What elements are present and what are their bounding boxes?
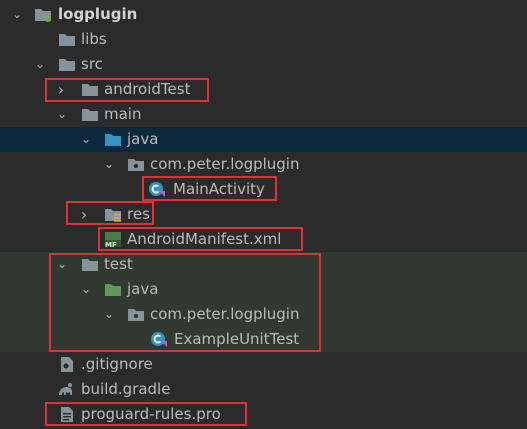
gitignore-file-icon [58,356,76,373]
tree-label-gitignore: .gitignore [81,355,153,373]
chevron-down-icon[interactable]: ⌄ [102,302,116,327]
module-folder-icon [34,6,52,23]
tree-label-manifest: AndroidManifest.xml [127,230,282,248]
test-folder-icon [104,281,122,298]
folder-icon [58,56,76,73]
tree-row-gitignore[interactable]: .gitignore [0,352,527,377]
tree-row-main[interactable]: ⌄ main [0,102,527,127]
tree-row-test-java[interactable]: ⌄ java [0,277,527,302]
tree-row-libs[interactable]: libs [0,27,527,52]
package-icon [127,306,145,323]
chevron-down-icon[interactable]: ⌄ [79,277,93,302]
tree-label-proguard: proguard-rules.pro [81,405,221,423]
folder-icon [58,31,76,48]
folder-icon [81,106,99,123]
tree-row-main-java[interactable]: ⌄ java [0,127,527,152]
gradle-icon [57,381,75,398]
tree-row-logplugin[interactable]: ⌄ logplugin [0,2,527,27]
tree-label-test-package: com.peter.logplugin [150,305,300,323]
tree-row-test[interactable]: ⌄ test [0,252,527,277]
tree-label-libs: libs [81,30,107,48]
tree-row-main-package[interactable]: ⌄ com.peter.logplugin [0,152,527,177]
tree-label-test: test [104,255,133,273]
tree-label-main: main [104,105,142,123]
project-tree: ⌄ logplugin libs ⌄ src › androidTest ⌄ m… [0,0,527,429]
chevron-right-icon[interactable]: › [77,202,91,227]
tree-label-test-java: java [127,280,159,298]
tree-row-mainactivity[interactable]: MainActivity [0,177,527,202]
folder-icon [81,256,99,273]
package-icon [127,156,145,173]
tree-label-buildgradle: build.gradle [81,380,171,398]
tree-row-proguard[interactable]: proguard-rules.pro [0,402,527,427]
folder-icon [81,81,99,98]
tree-row-buildgradle[interactable]: build.gradle [0,377,527,402]
tree-row-src[interactable]: ⌄ src [0,52,527,77]
kotlin-class-icon [150,331,168,348]
resources-folder-icon [104,206,122,223]
tree-label-main-java: java [127,130,159,148]
tree-label-androidtest: androidTest [104,80,191,98]
tree-label-src: src [81,55,103,73]
tree-label-res: res [127,205,150,223]
tree-label-main-package: com.peter.logplugin [150,155,300,173]
chevron-down-icon[interactable]: ⌄ [10,2,24,27]
tree-row-androidtest[interactable]: › androidTest [0,77,527,102]
text-file-icon [58,406,76,423]
chevron-down-icon[interactable]: ⌄ [102,152,116,177]
chevron-down-icon[interactable]: ⌄ [55,102,69,127]
tree-label-exampleunittest: ExampleUnitTest [174,330,300,348]
chevron-down-icon[interactable]: ⌄ [79,127,93,152]
tree-label-logplugin: logplugin [58,5,138,23]
chevron-down-icon[interactable]: ⌄ [55,252,69,277]
tree-label-mainactivity: MainActivity [173,180,265,198]
chevron-right-icon[interactable]: › [54,77,68,102]
tree-row-manifest[interactable]: MF AndroidManifest.xml [0,227,527,252]
tree-row-res[interactable]: › res [0,202,527,227]
tree-row-exampleunittest[interactable]: ExampleUnitTest [0,327,527,352]
tree-row-test-package[interactable]: ⌄ com.peter.logplugin [0,302,527,327]
chevron-down-icon[interactable]: ⌄ [33,52,47,77]
kotlin-class-icon [148,181,166,198]
manifest-badge: MF [105,241,117,249]
source-folder-icon [104,131,122,148]
